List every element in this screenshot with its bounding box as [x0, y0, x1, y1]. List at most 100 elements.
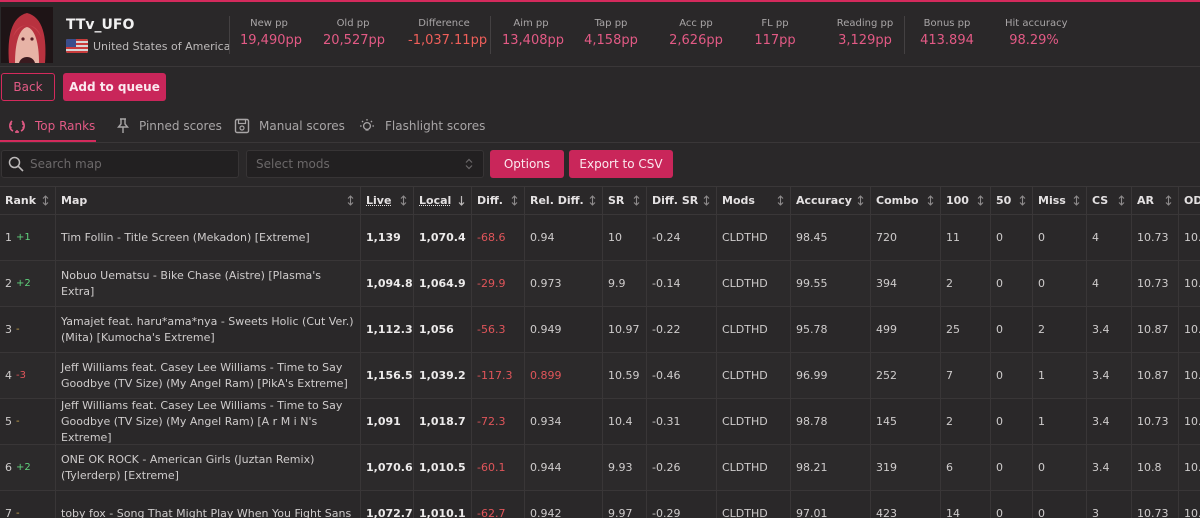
tab-top-ranks[interactable]: Top Ranks [8, 116, 95, 136]
stat-value: 3,129pp [838, 33, 892, 48]
map-cell: toby fox - Song That Might Play When You… [55, 491, 360, 518]
cs-cell: 3.4 [1086, 353, 1131, 398]
c50-cell: 0 [990, 261, 1032, 306]
column-header-rank[interactable]: Rank [0, 187, 55, 214]
map-cell: Yamajet feat. haru*ama*nya - Sweets Holi… [55, 307, 360, 352]
local-cell: 1,070.4 [413, 215, 471, 260]
column-header-diff[interactable]: Diff. [471, 187, 524, 214]
diff-cell: -29.9 [471, 261, 524, 306]
table-row[interactable]: 7- toby fox - Song That Might Play When Y… [0, 491, 1200, 518]
column-header-label: Accuracy [796, 194, 852, 207]
country-name: United States of America [93, 40, 231, 53]
acc-cell: 95.78 [790, 307, 870, 352]
divider [229, 16, 230, 54]
column-header-combo[interactable]: Combo [870, 187, 940, 214]
table-row[interactable]: 4 -3 Jeff Williams feat. Casey Lee William… [0, 353, 1200, 399]
mods-select[interactable]: Select mods [246, 150, 484, 178]
column-header-label: Live [366, 194, 392, 207]
stat-difference: Difference -1,037.11pp [408, 18, 487, 48]
table-header: Rank Map Live Local Diff. Rel. Diff. SR Diff. S… [0, 186, 1200, 215]
column-header-ar[interactable]: AR [1131, 187, 1178, 214]
rank-number: 3 [5, 322, 12, 336]
rel-cell: 0.973 [524, 261, 602, 306]
ar-cell: 10.8 [1131, 445, 1178, 490]
column-header-label: AR [1137, 194, 1154, 207]
column-header-map[interactable]: Map [55, 187, 360, 214]
laurel-icon [9, 120, 25, 133]
column-header-mods[interactable]: Mods [716, 187, 790, 214]
username: TTv_UFO [66, 17, 135, 33]
combo-cell: 145 [870, 399, 940, 444]
dsr-cell: -0.24 [646, 215, 716, 260]
ar-cell: 10.73 [1131, 261, 1178, 306]
stat-value: 19,490pp [240, 33, 302, 48]
column-header-live[interactable]: Live [360, 187, 413, 214]
divider [490, 16, 491, 54]
back-button[interactable]: Back [1, 73, 55, 101]
column-header-label: 50 [996, 194, 1012, 207]
map-cell: ONE OK ROCK - American Girls (Juztan Rem… [55, 445, 360, 490]
column-header-miss[interactable]: Miss [1032, 187, 1086, 214]
table-row[interactable]: 2 +2 Nobuo Uematsu - Bike Chase (Aistre) [… [0, 261, 1200, 307]
stat-aim-pp: Aim pp 13,408pp [502, 18, 564, 48]
column-header-label: CS [1092, 194, 1109, 207]
stat-value: 413.894 [920, 33, 974, 48]
acc-cell: 99.55 [790, 261, 870, 306]
column-header-od[interactable]: OD [1178, 187, 1200, 214]
stat-tap-pp: Tap pp 4,158pp [584, 18, 638, 48]
table-row[interactable]: 1 +1 Tim Follin - Title Screen (Mekadon) [… [0, 215, 1200, 261]
sort-icon [633, 195, 640, 206]
local-cell: 1,064.9 [413, 261, 471, 306]
add-to-queue-button[interactable]: Add to queue [63, 73, 166, 101]
column-header-label: Diff. [477, 194, 503, 207]
column-header-rel[interactable]: Rel. Diff. [524, 187, 602, 214]
table-row[interactable]: 3- Yamajet feat. haru*ama*nya - Sweets Ho… [0, 307, 1200, 353]
stat-value: 4,158pp [584, 33, 638, 48]
column-header-label: Rel. Diff. [530, 194, 584, 207]
column-header-acc[interactable]: Accuracy [790, 187, 870, 214]
table-row[interactable]: 6 +2 ONE OK ROCK - American Girls (Juztan … [0, 445, 1200, 491]
mods-select-placeholder: Select mods [256, 157, 330, 171]
avatar [1, 7, 53, 63]
divider [904, 16, 905, 54]
combo-cell: 720 [870, 215, 940, 260]
mods-cell: CLDTHD [716, 491, 790, 518]
table-body: 1 +1 Tim Follin - Title Screen (Mekadon) [… [0, 215, 1200, 518]
export-csv-button[interactable]: Export to CSV [569, 150, 673, 178]
c100-cell: 2 [940, 261, 990, 306]
options-button[interactable]: Options [490, 150, 564, 178]
c100-cell: 6 [940, 445, 990, 490]
tab-flashlight-scores[interactable]: Flashlight scores [358, 116, 485, 136]
column-header-label: 100 [946, 194, 969, 207]
c50-cell: 0 [990, 399, 1032, 444]
local-cell: 1,010.5 [413, 445, 471, 490]
dsr-cell: -0.26 [646, 445, 716, 490]
mods-cell: CLDTHD [716, 445, 790, 490]
column-header-sr[interactable]: SR [602, 187, 646, 214]
stat-label: Tap pp [594, 18, 628, 29]
miss-cell: 0 [1032, 261, 1086, 306]
sort-icon [347, 195, 354, 206]
column-header-label: Mods [722, 194, 755, 207]
miss-cell: 1 [1032, 353, 1086, 398]
tab-manual-scores[interactable]: Manual scores [234, 116, 345, 136]
ar-cell: 10.87 [1131, 353, 1178, 398]
column-header-label: OD [1184, 194, 1200, 207]
column-header-c50[interactable]: 50 [990, 187, 1032, 214]
sr-cell: 10.59 [602, 353, 646, 398]
stat-value: 2,626pp [669, 33, 723, 48]
od-cell: 10.7 [1178, 353, 1200, 398]
column-header-cs[interactable]: CS [1086, 187, 1131, 214]
column-header-dsr[interactable]: Diff. SR [646, 187, 716, 214]
search-input[interactable] [28, 156, 232, 172]
tab-pinned-scores[interactable]: Pinned scores [116, 116, 222, 136]
diff-cell: -56.3 [471, 307, 524, 352]
c100-cell: 2 [940, 399, 990, 444]
column-header-c100[interactable]: 100 [940, 187, 990, 214]
sort-icon [42, 195, 49, 206]
table-row[interactable]: 5- Jeff Williams feat. Casey Lee Williams… [0, 399, 1200, 445]
stat-label: Bonus pp [923, 18, 971, 29]
stat-new-pp: New pp 19,490pp [240, 18, 302, 48]
column-header-local[interactable]: Local [413, 187, 471, 214]
search-icon [8, 156, 24, 172]
